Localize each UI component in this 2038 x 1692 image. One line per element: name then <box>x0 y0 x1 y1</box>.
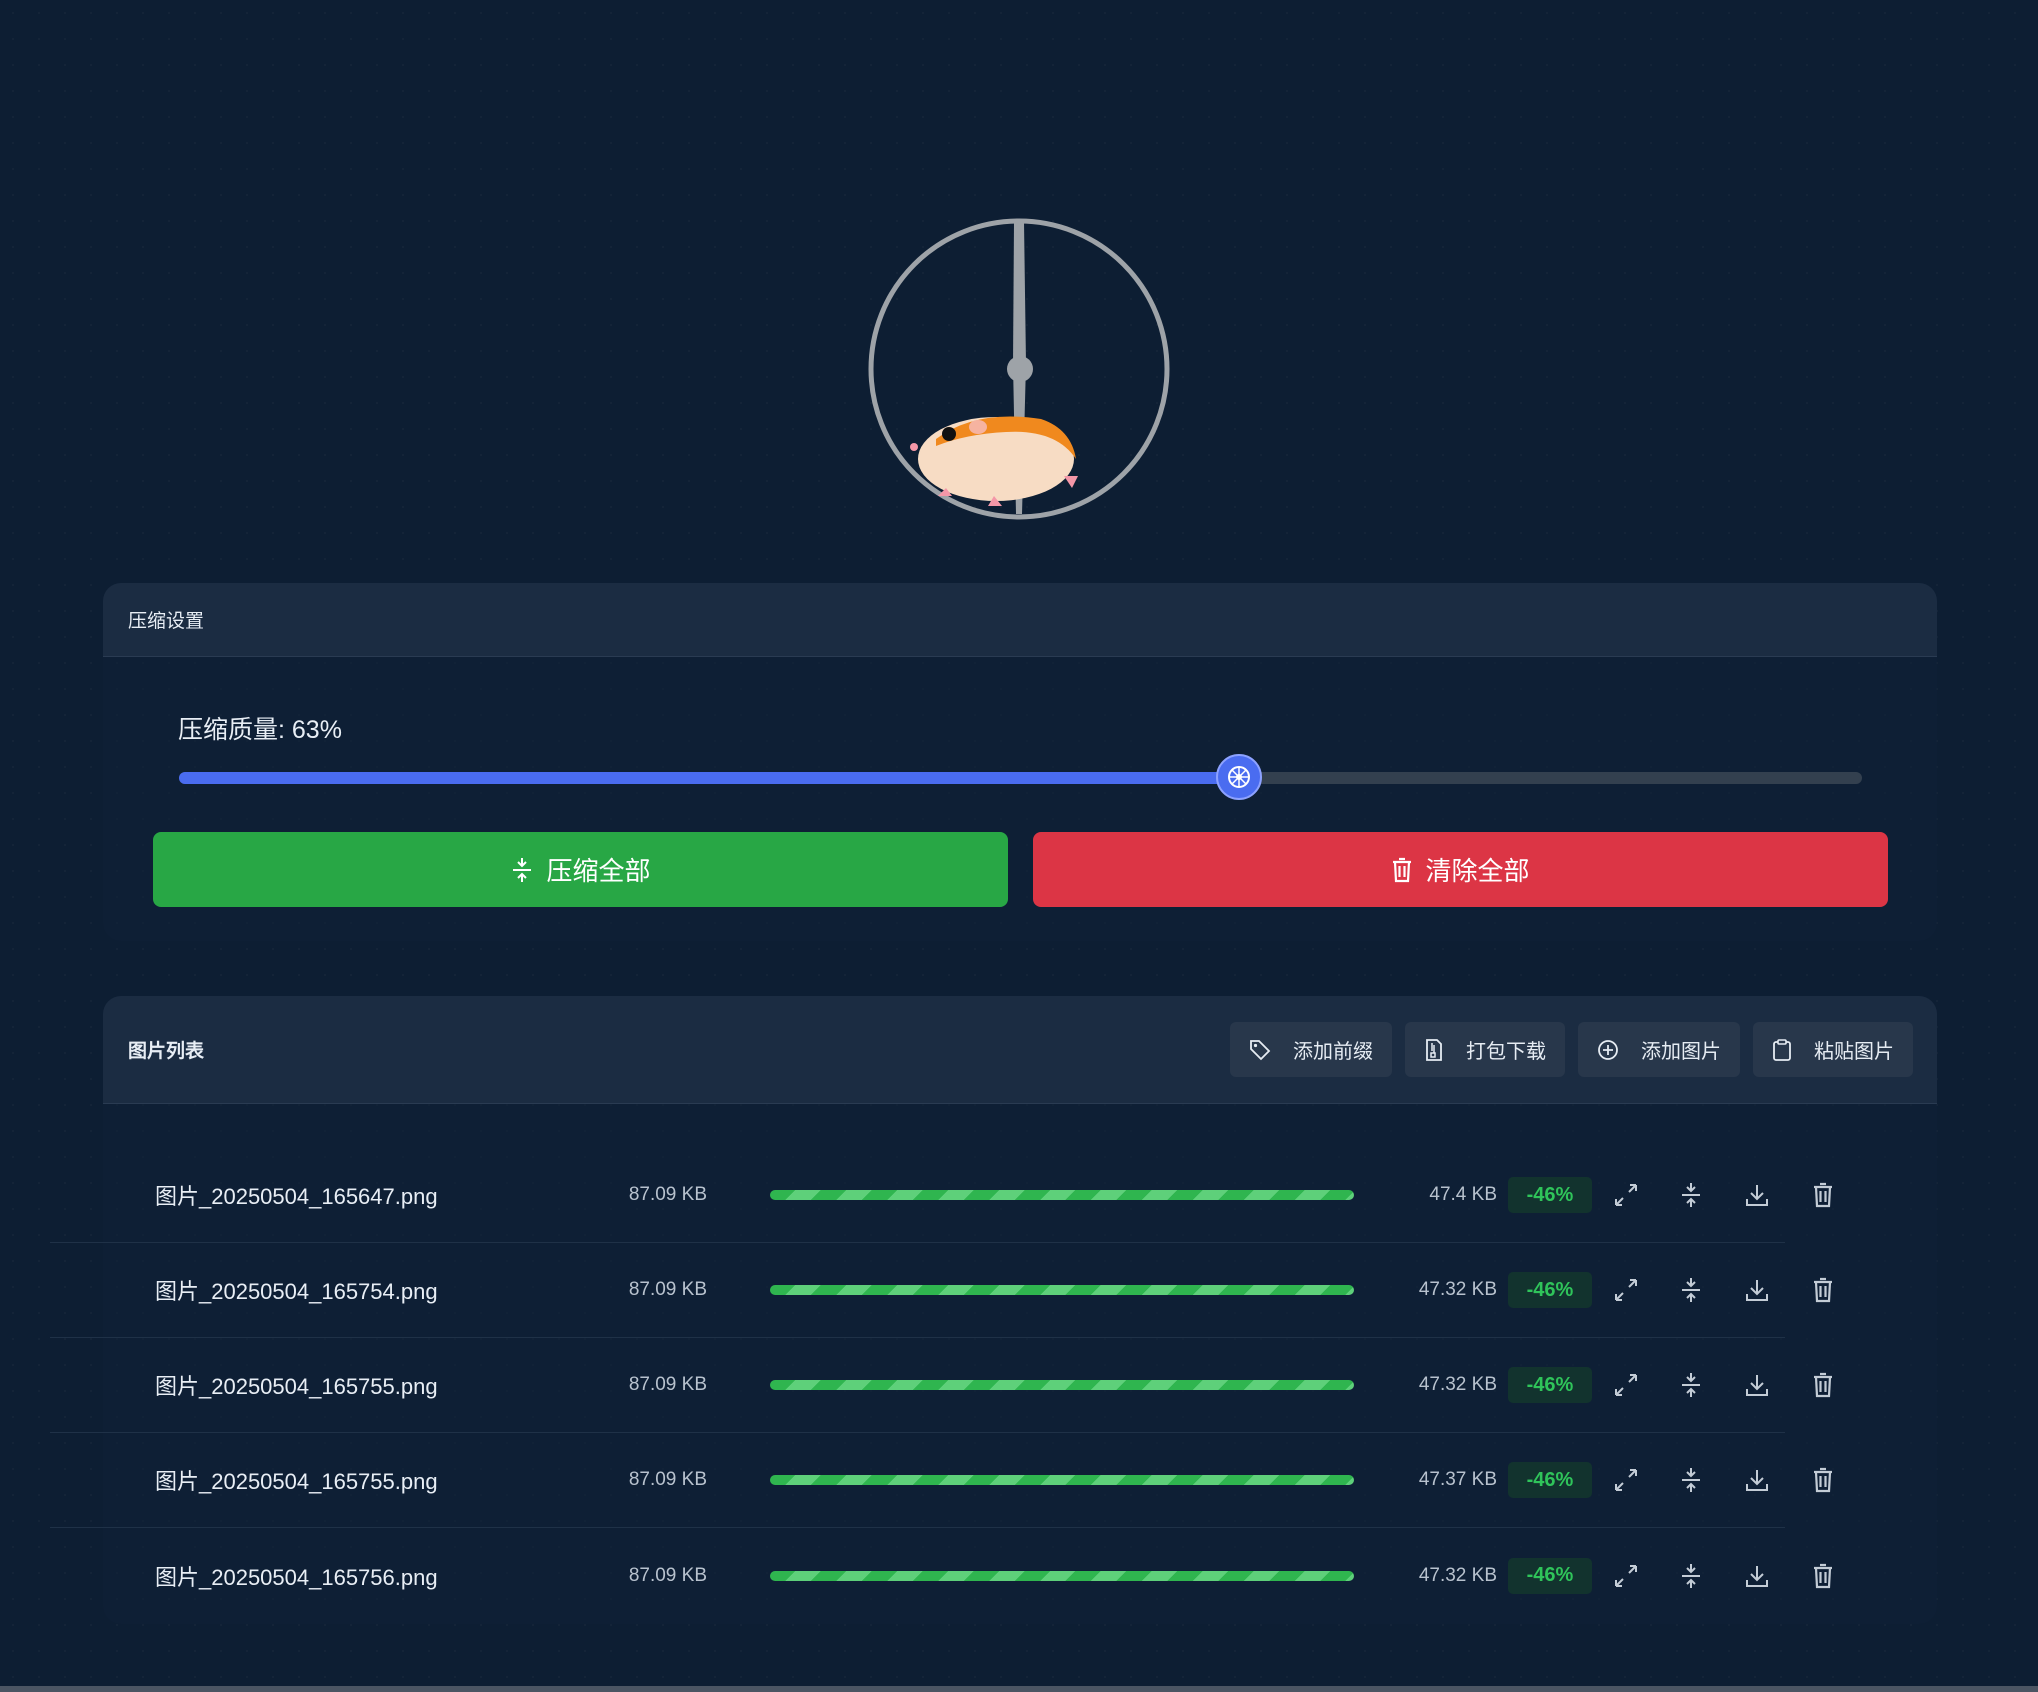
compressed-size: 47.4 KB <box>1429 1184 1497 1205</box>
paste-image-label: 粘贴图片 <box>1814 1041 1894 1063</box>
trash-icon <box>1393 857 1412 882</box>
progress-bar <box>770 1190 1354 1200</box>
image-rows: 图片_20250504_165647.png 87.09 KB 47.4 KB … <box>50 1148 1832 1623</box>
clear-all-button[interactable]: 清除全部 <box>1033 832 1888 907</box>
file-name: 图片_20250504_165756.png <box>155 1564 438 1590</box>
paste-image-button[interactable]: 粘贴图片 <box>1753 1022 1913 1077</box>
zip-file-icon <box>1426 1038 1442 1061</box>
download-icon[interactable] <box>1740 1559 1774 1593</box>
progress-bar <box>770 1475 1354 1485</box>
slider-thumb[interactable] <box>1216 754 1263 800</box>
file-name: 图片_20250504_165754.png <box>155 1279 438 1304</box>
original-size: 87.09 KB <box>628 1279 707 1300</box>
clear-all-label: 清除全部 <box>1425 856 1530 886</box>
settings-title: 压缩设置 <box>128 611 205 632</box>
expand-icon[interactable] <box>1609 1178 1643 1212</box>
table-row: 图片_20250504_165647.png 87.09 KB 47.4 KB … <box>50 1148 1832 1243</box>
progress-bar <box>770 1380 1354 1390</box>
progress-bar <box>770 1570 1354 1581</box>
list-header: 图片列表 添加前缀 打包下载 添加图片 粘贴图片 <box>103 996 1937 1104</box>
file-name: 图片_20250504_165755.png <box>155 1374 438 1399</box>
plus-circle-icon <box>1598 1039 1618 1060</box>
delete-icon[interactable] <box>1806 1368 1840 1402</box>
table-row: 图片_20250504_165754.png 87.09 KB 47.32 KB… <box>50 1243 1832 1338</box>
quality-label: 压缩质量: 63% <box>178 716 342 744</box>
compress-icon[interactable] <box>1674 1273 1708 1307</box>
ratio-badge: -46% <box>1508 1177 1592 1213</box>
download-icon[interactable] <box>1740 1273 1774 1307</box>
quality-slider[interactable] <box>179 754 1862 800</box>
table-row: 图片_20250504_165756.png 87.09 KB 47.32 KB… <box>50 1528 1832 1623</box>
hamster-wheel-icon <box>1228 766 1251 788</box>
settings-header: 压缩设置 <box>103 583 1937 657</box>
compress-icon[interactable] <box>1674 1463 1708 1497</box>
list-title: 图片列表 <box>128 1041 205 1062</box>
compress-icon[interactable] <box>1674 1559 1708 1593</box>
download-icon[interactable] <box>1740 1178 1774 1212</box>
expand-icon[interactable] <box>1609 1463 1643 1497</box>
add-image-button[interactable]: 添加图片 <box>1578 1022 1740 1077</box>
compress-icon <box>513 857 532 882</box>
compressed-size: 47.32 KB <box>1418 1374 1497 1395</box>
clipboard-icon <box>1773 1038 1791 1061</box>
original-size: 87.09 KB <box>628 1469 707 1490</box>
hamster-wheel-illustration <box>866 214 1172 524</box>
original-size: 87.09 KB <box>628 1374 707 1395</box>
ratio-badge: -46% <box>1508 1462 1592 1498</box>
tag-icon <box>1250 1039 1271 1060</box>
download-icon[interactable] <box>1740 1463 1774 1497</box>
expand-icon[interactable] <box>1609 1559 1643 1593</box>
delete-icon[interactable] <box>1806 1559 1840 1593</box>
compress-all-button[interactable]: 压缩全部 <box>153 832 1008 907</box>
add-prefix-button[interactable]: 添加前缀 <box>1230 1022 1392 1077</box>
compress-icon[interactable] <box>1674 1368 1708 1402</box>
expand-icon[interactable] <box>1609 1368 1643 1402</box>
original-size: 87.09 KB <box>628 1564 707 1586</box>
original-size: 87.09 KB <box>628 1184 707 1205</box>
bottom-bar <box>0 1686 2038 1692</box>
zip-download-button[interactable]: 打包下载 <box>1405 1022 1565 1077</box>
slider-fill <box>179 772 1240 784</box>
ratio-badge: -46% <box>1508 1557 1592 1594</box>
progress-bar <box>770 1285 1354 1295</box>
ratio-badge: -46% <box>1508 1272 1592 1308</box>
file-name: 图片_20250504_165755.png <box>155 1469 438 1494</box>
compressed-size: 47.32 KB <box>1418 1279 1497 1300</box>
compress-all-label: 压缩全部 <box>546 856 651 886</box>
table-row: 图片_20250504_165755.png 87.09 KB 47.37 KB… <box>50 1433 1832 1528</box>
list-toolbar: 添加前缀 打包下载 添加图片 粘贴图片 <box>1230 1022 1913 1077</box>
compressed-size: 47.37 KB <box>1418 1469 1497 1490</box>
download-icon[interactable] <box>1740 1368 1774 1402</box>
ratio-badge: -46% <box>1508 1367 1592 1403</box>
compressed-size: 47.32 KB <box>1418 1564 1497 1586</box>
table-row: 图片_20250504_165755.png 87.09 KB 47.32 KB… <box>50 1338 1832 1433</box>
zip-download-label: 打包下载 <box>1466 1041 1546 1063</box>
compression-settings-card: 压缩设置 压缩质量: 63% 压缩全部 清除全部 <box>103 583 1937 941</box>
expand-icon[interactable] <box>1609 1273 1643 1307</box>
add-prefix-label: 添加前缀 <box>1293 1041 1373 1063</box>
delete-icon[interactable] <box>1806 1273 1840 1307</box>
compress-icon[interactable] <box>1674 1178 1708 1212</box>
delete-icon[interactable] <box>1806 1178 1840 1212</box>
delete-icon[interactable] <box>1806 1463 1840 1497</box>
file-name: 图片_20250504_165647.png <box>155 1184 438 1209</box>
add-image-label: 添加图片 <box>1641 1041 1721 1063</box>
